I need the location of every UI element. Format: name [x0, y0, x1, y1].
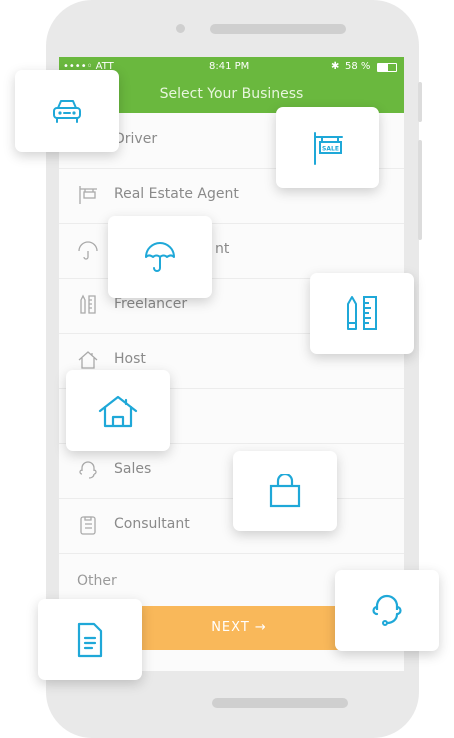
list-item-label: nt [215, 241, 230, 257]
list-item-label: Freelancer [114, 296, 188, 312]
umbrella-icon [78, 241, 98, 260]
battery-icon [377, 63, 397, 72]
side-button [418, 82, 422, 122]
bluetooth-icon: ✱ [331, 61, 340, 72]
document-icon [77, 622, 103, 657]
headset-icon [79, 461, 97, 479]
side-button [418, 140, 422, 240]
list-item-sales[interactable]: Sales [59, 443, 404, 499]
floating-card-sale-sign: SALE [276, 107, 379, 188]
time-text: 8:41 PM [209, 61, 250, 72]
umbrella-icon [145, 242, 175, 272]
list-item-label: Driver [114, 131, 158, 147]
shopping-bag-icon [269, 474, 301, 508]
speaker [210, 24, 346, 34]
battery-text: 58 % [345, 61, 371, 72]
list-item-label: Sales [114, 461, 152, 477]
car-icon [53, 100, 81, 123]
pencil-ruler-icon [347, 295, 377, 330]
floating-card-shopping-bag [233, 451, 337, 531]
list-item-label: Real Estate Agent [114, 186, 239, 202]
floating-card-house [66, 370, 170, 451]
next-button-label: NEXT → [211, 620, 267, 635]
other-option[interactable]: Other [77, 573, 117, 589]
next-button[interactable]: NEXT → [115, 606, 363, 650]
list-item-label: Host [114, 351, 146, 367]
house-icon [78, 351, 98, 369]
pencil-ruler-icon [80, 294, 96, 314]
list-item-label: Consultant [114, 516, 190, 532]
floating-card-document [38, 599, 142, 680]
sale-sign-text: SALE [322, 145, 339, 152]
list-item-consultant[interactable]: Consultant [59, 498, 404, 554]
floating-card-car [15, 70, 119, 152]
house-icon [98, 395, 138, 427]
sale-sign-icon [79, 186, 97, 204]
floating-card-umbrella [108, 216, 212, 298]
sale-sign-icon: SALE [313, 131, 343, 165]
camera [176, 24, 185, 33]
floating-card-headset [335, 570, 439, 651]
clipboard-icon [80, 516, 96, 535]
floating-card-pencil-ruler [310, 273, 414, 354]
headset-icon [372, 594, 402, 626]
home-bar [212, 698, 348, 708]
